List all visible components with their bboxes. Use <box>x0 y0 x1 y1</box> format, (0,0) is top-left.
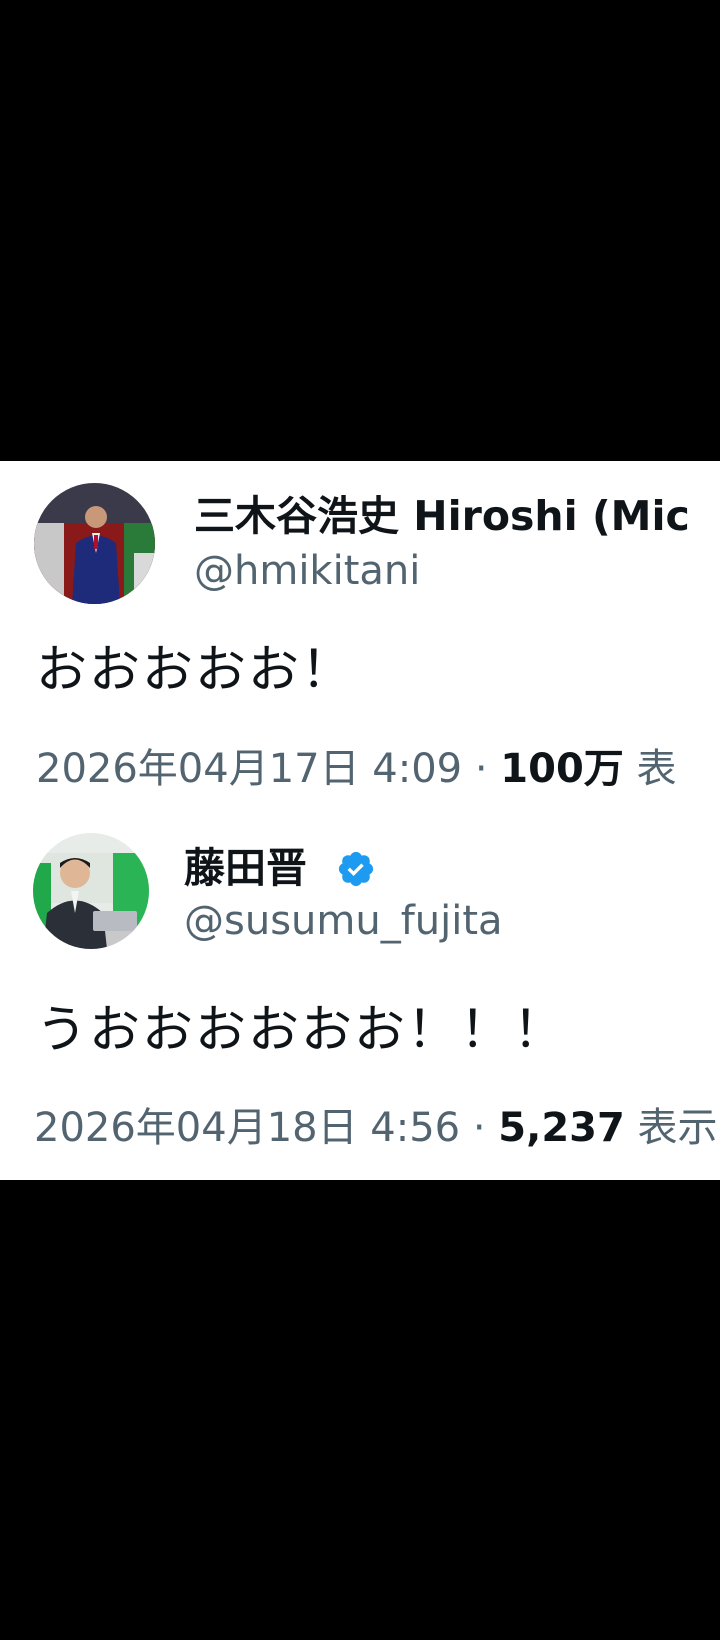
verified-badge-icon <box>338 851 374 887</box>
display-name[interactable]: 三木谷浩史 Hiroshi (Mic <box>194 491 690 541</box>
views-count[interactable]: 100万 <box>500 746 624 792</box>
views-label: 表示 <box>624 1105 718 1151</box>
tweet-text: うおおおおおお！！！ <box>36 1001 567 1060</box>
user-handle[interactable]: @susumu_fujita <box>184 896 503 946</box>
meta-separator: · <box>460 1105 499 1151</box>
user-handle[interactable]: @hmikitani <box>194 546 420 596</box>
tweet-meta: 2026年04月17日 4:09 · 100万 表 <box>36 744 677 794</box>
tweet-timestamp[interactable]: 2026年04月18日 4:56 <box>34 1105 460 1151</box>
tweet-meta: 2026年04月18日 4:56 · 5,237 表示 <box>34 1103 718 1153</box>
avatar-photo-icon <box>34 483 155 604</box>
views-label: 表 <box>623 746 677 792</box>
display-name[interactable]: 藤田晋 <box>184 843 307 893</box>
views-count[interactable]: 5,237 <box>498 1105 625 1151</box>
avatar[interactable] <box>33 833 149 949</box>
tweet-2[interactable]: 藤田晋 @susumu_fujita うおおおおおお！！！ 2026年04月18… <box>0 821 720 1180</box>
tweet-card-panel: 三木谷浩史 Hiroshi (Mic @hmikitani おおおおお！ 202… <box>0 461 720 1180</box>
tweet-text: おおおおお！ <box>36 641 355 700</box>
tweet-1[interactable]: 三木谷浩史 Hiroshi (Mic @hmikitani おおおおお！ 202… <box>0 461 720 821</box>
meta-separator: · <box>462 746 501 792</box>
tweet-timestamp[interactable]: 2026年04月17日 4:09 <box>36 746 462 792</box>
avatar[interactable] <box>34 483 155 604</box>
avatar-photo-icon <box>33 833 149 949</box>
